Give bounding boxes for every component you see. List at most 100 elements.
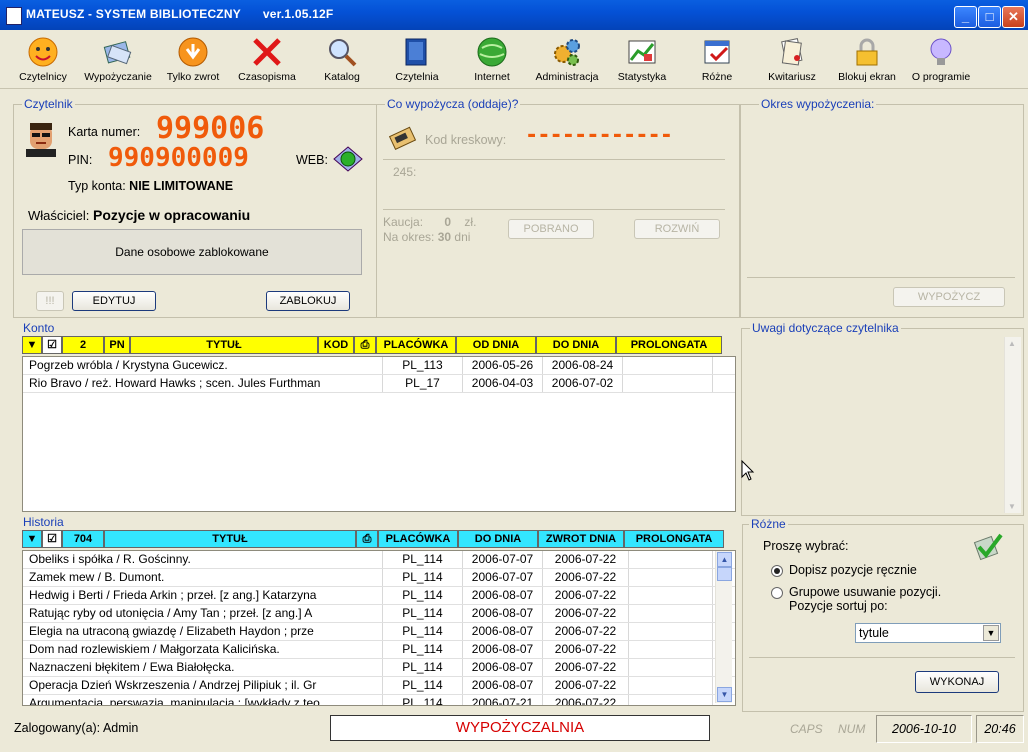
web-status-icon[interactable] bbox=[332, 145, 364, 173]
col-to[interactable]: DO DNIA bbox=[458, 530, 538, 548]
mouse-cursor bbox=[741, 459, 755, 482]
globe-icon bbox=[476, 36, 508, 68]
divider bbox=[383, 209, 725, 210]
divider bbox=[749, 657, 1015, 658]
option-group-delete[interactable]: Grupowe usuwanie pozycji. Pozycje sortuj… bbox=[771, 585, 941, 613]
web-label: WEB: bbox=[296, 153, 328, 167]
col-to[interactable]: DO DNIA bbox=[536, 336, 616, 354]
lend-button[interactable]: WYPOŻYCZ bbox=[893, 287, 1005, 307]
toolbar-o-programie[interactable]: O programie bbox=[906, 32, 976, 83]
toolbar-tylko-zwrot[interactable]: Tylko zwrot bbox=[158, 32, 228, 83]
toolbar-czasopisma[interactable]: Czasopisma bbox=[232, 32, 302, 83]
table-row[interactable]: Operacja Dzień Wskrzeszenia / Andrzej Pi… bbox=[23, 677, 735, 695]
status-time: 20:46 bbox=[976, 715, 1024, 743]
col-title[interactable]: TYTUŁ bbox=[130, 336, 318, 354]
title-bar: MATEUSZ - SYSTEM BIBLIOTECZNY ver.1.05.12… bbox=[0, 0, 1028, 30]
toolbar-administracja[interactable]: Administracja bbox=[532, 32, 602, 83]
col-from[interactable]: OD DNIA bbox=[456, 336, 536, 354]
history-count: 704 bbox=[62, 530, 104, 548]
divider bbox=[747, 277, 1015, 278]
close-button[interactable]: ✕ bbox=[1002, 6, 1025, 28]
col-kod[interactable]: KOD bbox=[318, 336, 354, 354]
col-title[interactable]: TYTUŁ bbox=[104, 530, 356, 548]
card-number-label: Karta numer: bbox=[68, 125, 141, 139]
account-table-header: ▼ ☑ 2 PN TYTUŁ KOD ⎙ PLACÓWKA OD DNIA DO… bbox=[22, 336, 722, 354]
deposit-info: Kaucja: 0 zł. Na okres: 30 dni bbox=[383, 215, 477, 244]
scroll-thumb[interactable] bbox=[717, 567, 732, 581]
table-row[interactable]: Argumentacja, perswazja, manipulacja : [… bbox=[23, 695, 735, 705]
dropdown-arrow-icon[interactable]: ▼ bbox=[22, 336, 42, 354]
table-row[interactable]: Pogrzeb wróbla / Krystyna Gucewicz. PL_1… bbox=[23, 357, 735, 375]
scroll-down-icon[interactable]: ▼ bbox=[717, 687, 732, 702]
expand-button[interactable]: ROZWIŃ bbox=[634, 219, 720, 239]
toolbar-internet[interactable]: Internet bbox=[457, 32, 527, 83]
collected-button[interactable]: POBRANO bbox=[508, 219, 594, 239]
owner-line: Właściciel: Pozycje w opracowaniu bbox=[28, 207, 251, 223]
printer-icon[interactable]: ⎙ bbox=[356, 530, 378, 548]
status-date: 2006-10-10 bbox=[876, 715, 972, 743]
gears-icon bbox=[551, 36, 583, 68]
toolbar-rozne[interactable]: Różne bbox=[682, 32, 752, 83]
scroll-up-icon[interactable]: ▲ bbox=[717, 552, 732, 567]
code-hint: 245: bbox=[393, 165, 417, 179]
scroll-down-icon[interactable]: ▼ bbox=[1008, 502, 1016, 511]
history-scrollbar[interactable]: ▲ ▼ bbox=[715, 551, 732, 703]
select-all-checkbox[interactable]: ☑ bbox=[42, 530, 62, 548]
block-button[interactable]: ZABLOKUJ bbox=[266, 291, 350, 311]
window-title: MATEUSZ - SYSTEM BIBLIOTECZNY ver.1.05.12… bbox=[26, 7, 334, 21]
col-branch[interactable]: PLACÓWKA bbox=[378, 530, 458, 548]
loan-section-title: Co wypożycza (oddaje)? bbox=[385, 97, 521, 111]
lightbulb-icon bbox=[925, 36, 957, 68]
execute-button[interactable]: WYKONAJ bbox=[915, 671, 999, 693]
toolbar-wypozyczanie[interactable]: Wypożyczanie bbox=[83, 32, 153, 83]
radio-unselected[interactable] bbox=[771, 586, 783, 599]
toolbar-statystyka[interactable]: Statystyka bbox=[607, 32, 677, 83]
table-row[interactable]: Dom nad rozlewiskiem / Małgorzata Kalici… bbox=[23, 641, 735, 659]
option-manual[interactable]: Dopisz pozycje ręcznie bbox=[771, 563, 917, 577]
alert-button[interactable]: !!! bbox=[36, 291, 64, 311]
table-row[interactable]: Zamek mew / B. Dumont. PL_114 2006-07-07 20… bbox=[23, 569, 735, 587]
remarks-section-title: Uwagi dotyczące czytelnika bbox=[750, 321, 901, 335]
period-panel: Okres wypożyczenia: WYPOŻYCZ bbox=[740, 97, 1024, 318]
table-row[interactable]: Obeliks i spółka / R. Gościnny. PL_114 200… bbox=[23, 551, 735, 569]
printer-icon[interactable]: ⎙ bbox=[354, 336, 376, 354]
col-prolong[interactable]: PROLONGATA bbox=[616, 336, 722, 354]
maximize-button[interactable]: □ bbox=[978, 6, 1001, 28]
scroll-up-icon[interactable]: ▲ bbox=[1008, 339, 1016, 348]
sort-select[interactable]: tytule ▼ bbox=[855, 623, 1001, 643]
col-pn[interactable]: PN bbox=[104, 336, 130, 354]
table-row[interactable]: Hedwig i Berti / Frieda Arkin ; przeł. [… bbox=[23, 587, 735, 605]
padlock-icon bbox=[851, 36, 883, 68]
account-section-title: Konto bbox=[21, 321, 57, 335]
personal-data-note: Dane osobowe zablokowane bbox=[22, 229, 362, 275]
minimize-button[interactable]: _ bbox=[954, 6, 977, 28]
toolbar-katalog[interactable]: Katalog bbox=[307, 32, 377, 83]
checkmark-icon bbox=[973, 531, 1003, 561]
period-section-title: Okres wypożyczenia: bbox=[759, 97, 877, 111]
toolbar-kwitariusz[interactable]: Kwitariusz bbox=[757, 32, 827, 83]
smiley-icon bbox=[27, 36, 59, 68]
pin-value: 990900009 bbox=[108, 143, 249, 173]
col-returned[interactable]: ZWROT DNIA bbox=[538, 530, 624, 548]
edit-button[interactable]: EDYTUJ bbox=[72, 291, 156, 311]
barcode-scanner-icon bbox=[387, 123, 419, 151]
account-table: Pogrzeb wróbla / Krystyna Gucewicz. PL_1… bbox=[22, 356, 736, 512]
table-row[interactable]: Elegia na utraconą gwiazdę / Elizabeth H… bbox=[23, 623, 735, 641]
table-row[interactable]: Naznaczeni błękitem / Ewa Białołęcka. PL_… bbox=[23, 659, 735, 677]
col-branch[interactable]: PLACÓWKA bbox=[376, 336, 456, 354]
toolbar-blokuj-ekran[interactable]: Blokuj ekran bbox=[832, 32, 902, 83]
barcode-input[interactable]: ------------ bbox=[525, 123, 673, 148]
toolbar-czytelnia[interactable]: Czytelnia bbox=[382, 32, 452, 83]
table-row[interactable]: Ratując ryby od utonięcia / Amy Tan ; pr… bbox=[23, 605, 735, 623]
toolbar-czytelnicy[interactable]: Czytelnicy bbox=[8, 32, 78, 83]
num-indicator: NUM bbox=[838, 722, 866, 736]
remarks-scrollbar[interactable]: ▲ ▼ bbox=[1004, 337, 1021, 513]
table-row[interactable]: Rio Bravo / reż. Howard Hawks ; scen. Ju… bbox=[23, 375, 735, 393]
history-panel: Historia ▼ ☑ 704 TYTUŁ ⎙ PLACÓWKA DO DNI… bbox=[13, 515, 736, 710]
dropdown-arrow-icon[interactable]: ▼ bbox=[22, 530, 42, 548]
book-loan-icon bbox=[102, 36, 134, 68]
radio-selected[interactable] bbox=[771, 564, 783, 577]
select-all-checkbox[interactable]: ☑ bbox=[42, 336, 62, 354]
col-prolong[interactable]: PROLONGATA bbox=[624, 530, 724, 548]
chevron-down-icon[interactable]: ▼ bbox=[983, 625, 999, 641]
